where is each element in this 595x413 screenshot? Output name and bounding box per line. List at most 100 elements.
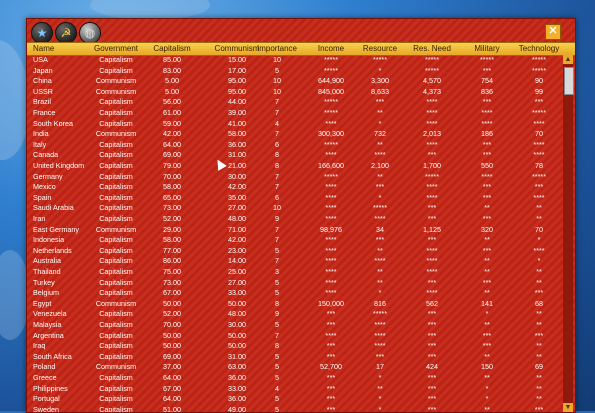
country-name: Thailand xyxy=(33,267,61,276)
government: Capitalism xyxy=(99,55,133,64)
income-value: **** xyxy=(325,192,337,202)
communism-value: 71.00 xyxy=(228,224,246,234)
table-row[interactable]: France Capitalism 61.00 39.00 7 ***** ** **** **… xyxy=(27,108,560,117)
table-row[interactable]: South Africa Capitalism 69.00 31.00 5 *** *** *… xyxy=(27,352,560,361)
table-row[interactable]: USA Capitalism 85.00 15.00 10 ***** ***** *****… xyxy=(27,55,560,64)
table-row[interactable]: Mexico Capitalism 58.00 42.00 7 **** *** **** **… xyxy=(27,182,560,191)
table-row[interactable]: Malaysia Capitalism 70.00 30.00 5 *** **** *** *… xyxy=(27,320,560,329)
header-military[interactable]: Military xyxy=(474,43,499,55)
table-row[interactable]: Philippines Capitalism 67.00 33.00 4 *** ** ***… xyxy=(27,384,560,393)
country-name: United Kingdom xyxy=(33,161,85,170)
table-row[interactable]: Canada Capitalism 69.00 31.00 8 **** **** *** **… xyxy=(27,150,560,159)
globe-star-icon[interactable]: ★ xyxy=(31,22,53,44)
military-value: 320 xyxy=(481,224,493,234)
table-row[interactable]: Egypt Communism 50.00 50.00 8 150,000 816 562 14… xyxy=(27,299,560,308)
resource-value: **** xyxy=(374,341,386,351)
header-income[interactable]: Income xyxy=(318,43,344,55)
income-value: 300,300 xyxy=(318,129,344,139)
res-need-value: 4,373 xyxy=(423,86,441,96)
income-value: ***** xyxy=(324,171,338,181)
vertical-scrollbar[interactable]: ▲ ▼ xyxy=(563,55,574,412)
table-row[interactable]: USSR Communism 5.00 95.00 10 845,000 8,633 4,37… xyxy=(27,87,560,96)
res-need-value: 562 xyxy=(426,298,438,308)
military-value: ** xyxy=(484,267,490,276)
table-row[interactable]: Poland Communism 37.00 63.00 5 52,700 17 424 150… xyxy=(27,362,560,371)
table-row[interactable]: Greece Capitalism 64.00 36.00 5 *** * *** ** ** xyxy=(27,373,560,382)
header-resource[interactable]: Resource xyxy=(363,43,397,55)
table-row[interactable]: Belgium Capitalism 67.00 33.00 5 **** * **** ** *… xyxy=(27,288,560,297)
technology-value: 70 xyxy=(535,224,543,234)
table-row[interactable]: Japan Capitalism 83.00 17.00 5 ***** * ***** ***… xyxy=(27,66,560,75)
header-technology[interactable]: Technology xyxy=(519,43,559,55)
military-value: **** xyxy=(481,108,493,117)
communism-value: 33.00 xyxy=(228,383,246,393)
table-row[interactable]: Venezuela Capitalism 52.00 48.00 9 *** ***** **… xyxy=(27,309,560,318)
header-communism[interactable]: Communism xyxy=(215,43,260,55)
technology-value: 69 xyxy=(535,362,543,372)
table-row[interactable]: East Germany Communism 29.00 71.00 7 98,976 34… xyxy=(27,225,560,234)
government: Capitalism xyxy=(99,203,133,213)
government: Capitalism xyxy=(99,256,133,266)
communism-value: 27.00 xyxy=(228,277,246,287)
hammer-sickle-icon[interactable]: ☭ xyxy=(55,22,77,44)
header-capitalism[interactable]: Capitalism xyxy=(153,43,190,55)
table-row[interactable]: China Communism 5.00 95.00 10 644,900 3,300 4,5… xyxy=(27,76,560,85)
resource-value: * xyxy=(378,192,382,202)
table-row[interactable]: Spain Capitalism 65.00 35.00 6 **** * **** *** **… xyxy=(27,193,560,202)
table-row[interactable]: Argentina Capitalism 50.00 50.00 7 **** **** **… xyxy=(27,331,560,340)
income-value: *** xyxy=(326,320,336,329)
res-need-value: *** xyxy=(427,330,437,340)
table-row[interactable]: Italy Capitalism 64.00 36.00 6 ***** ** **** ***… xyxy=(27,140,560,149)
income-value: **** xyxy=(325,203,337,213)
government: Communism xyxy=(95,362,137,372)
technology-value: ** xyxy=(536,214,542,223)
communism-value: 48.00 xyxy=(228,309,246,319)
header-name[interactable]: Name xyxy=(33,43,54,55)
importance-value: 3 xyxy=(275,267,279,276)
resource-value: 17 xyxy=(376,362,384,372)
importance-value: 4 xyxy=(275,118,279,128)
header-res-need[interactable]: Res. Need xyxy=(413,43,451,55)
capitalism-value: 64.00 xyxy=(163,139,181,149)
capitalism-value: 69.00 xyxy=(163,150,181,160)
income-value: ***** xyxy=(324,97,338,107)
country-name: USA xyxy=(33,55,48,64)
table-row[interactable]: Sweden Capitalism 51.00 49.00 5 *** * *** ** *** xyxy=(27,405,560,412)
table-row[interactable]: Thailand Capitalism 75.00 25.00 3 **** ** **** *… xyxy=(27,267,560,276)
country-name: India xyxy=(33,129,49,139)
res-need-value: *** xyxy=(427,203,437,213)
table-row[interactable]: Turkey Capitalism 73.00 27.00 5 **** ** *** *** *… xyxy=(27,278,560,287)
military-value: ** xyxy=(484,373,490,382)
table-row[interactable]: Indonesia Capitalism 58.00 42.00 7 **** *** ***… xyxy=(27,235,560,244)
country-name: Spain xyxy=(33,192,52,202)
table-row[interactable]: Iran Capitalism 52.00 48.00 9 **** **** *** *** *… xyxy=(27,214,560,223)
table-row[interactable]: Germany Capitalism 70.00 30.00 7 ***** ** *****… xyxy=(27,172,560,181)
country-name: Malaysia xyxy=(33,320,62,329)
res-need-value: **** xyxy=(426,192,438,202)
table-row[interactable]: Portugal Capitalism 64.00 36.00 5 *** * *** * ** xyxy=(27,394,560,403)
header-government[interactable]: Government xyxy=(94,43,138,55)
country-name: Italy xyxy=(33,139,47,149)
table-row[interactable]: South Korea Capitalism 59.00 41.00 4 **** * ***… xyxy=(27,119,560,128)
scroll-thumb[interactable] xyxy=(564,67,574,95)
table-row[interactable]: Australia Capitalism 86.00 14.00 7 **** **** **… xyxy=(27,256,560,265)
table-row[interactable]: Netherlands Capitalism 77.00 23.00 5 **** ** **… xyxy=(27,246,560,255)
table-row[interactable]: Iraq Capitalism 50.00 50.00 8 *** **** *** *** ** xyxy=(27,341,560,350)
technology-value: **** xyxy=(533,192,545,202)
table-row[interactable]: United Kingdom Capitalism 79.00 21.00 8 166,6… xyxy=(27,161,560,170)
res-need-value: *** xyxy=(427,383,437,393)
resource-value: **** xyxy=(374,256,386,266)
government: Capitalism xyxy=(99,192,133,202)
table-row[interactable]: India Communism 42.00 58.00 7 300,300 732 2,013… xyxy=(27,129,560,138)
technology-value: **** xyxy=(533,245,545,255)
table-row[interactable]: Brazil Capitalism 56.00 44.00 7 ***** *** **** *… xyxy=(27,97,560,106)
capitalism-value: 70.00 xyxy=(163,320,181,329)
importance-value: 5 xyxy=(275,351,279,361)
scroll-up-button[interactable]: ▲ xyxy=(563,55,573,64)
close-button[interactable]: ✕ xyxy=(545,24,561,40)
government: Capitalism xyxy=(99,65,133,75)
importance-value: 5 xyxy=(275,362,279,372)
table-row[interactable]: Saudi Arabia Capitalism 73.00 27.00 10 **** **… xyxy=(27,203,560,212)
header-importance[interactable]: Importance xyxy=(257,43,297,55)
globe-icon[interactable]: ◍ xyxy=(79,22,101,44)
